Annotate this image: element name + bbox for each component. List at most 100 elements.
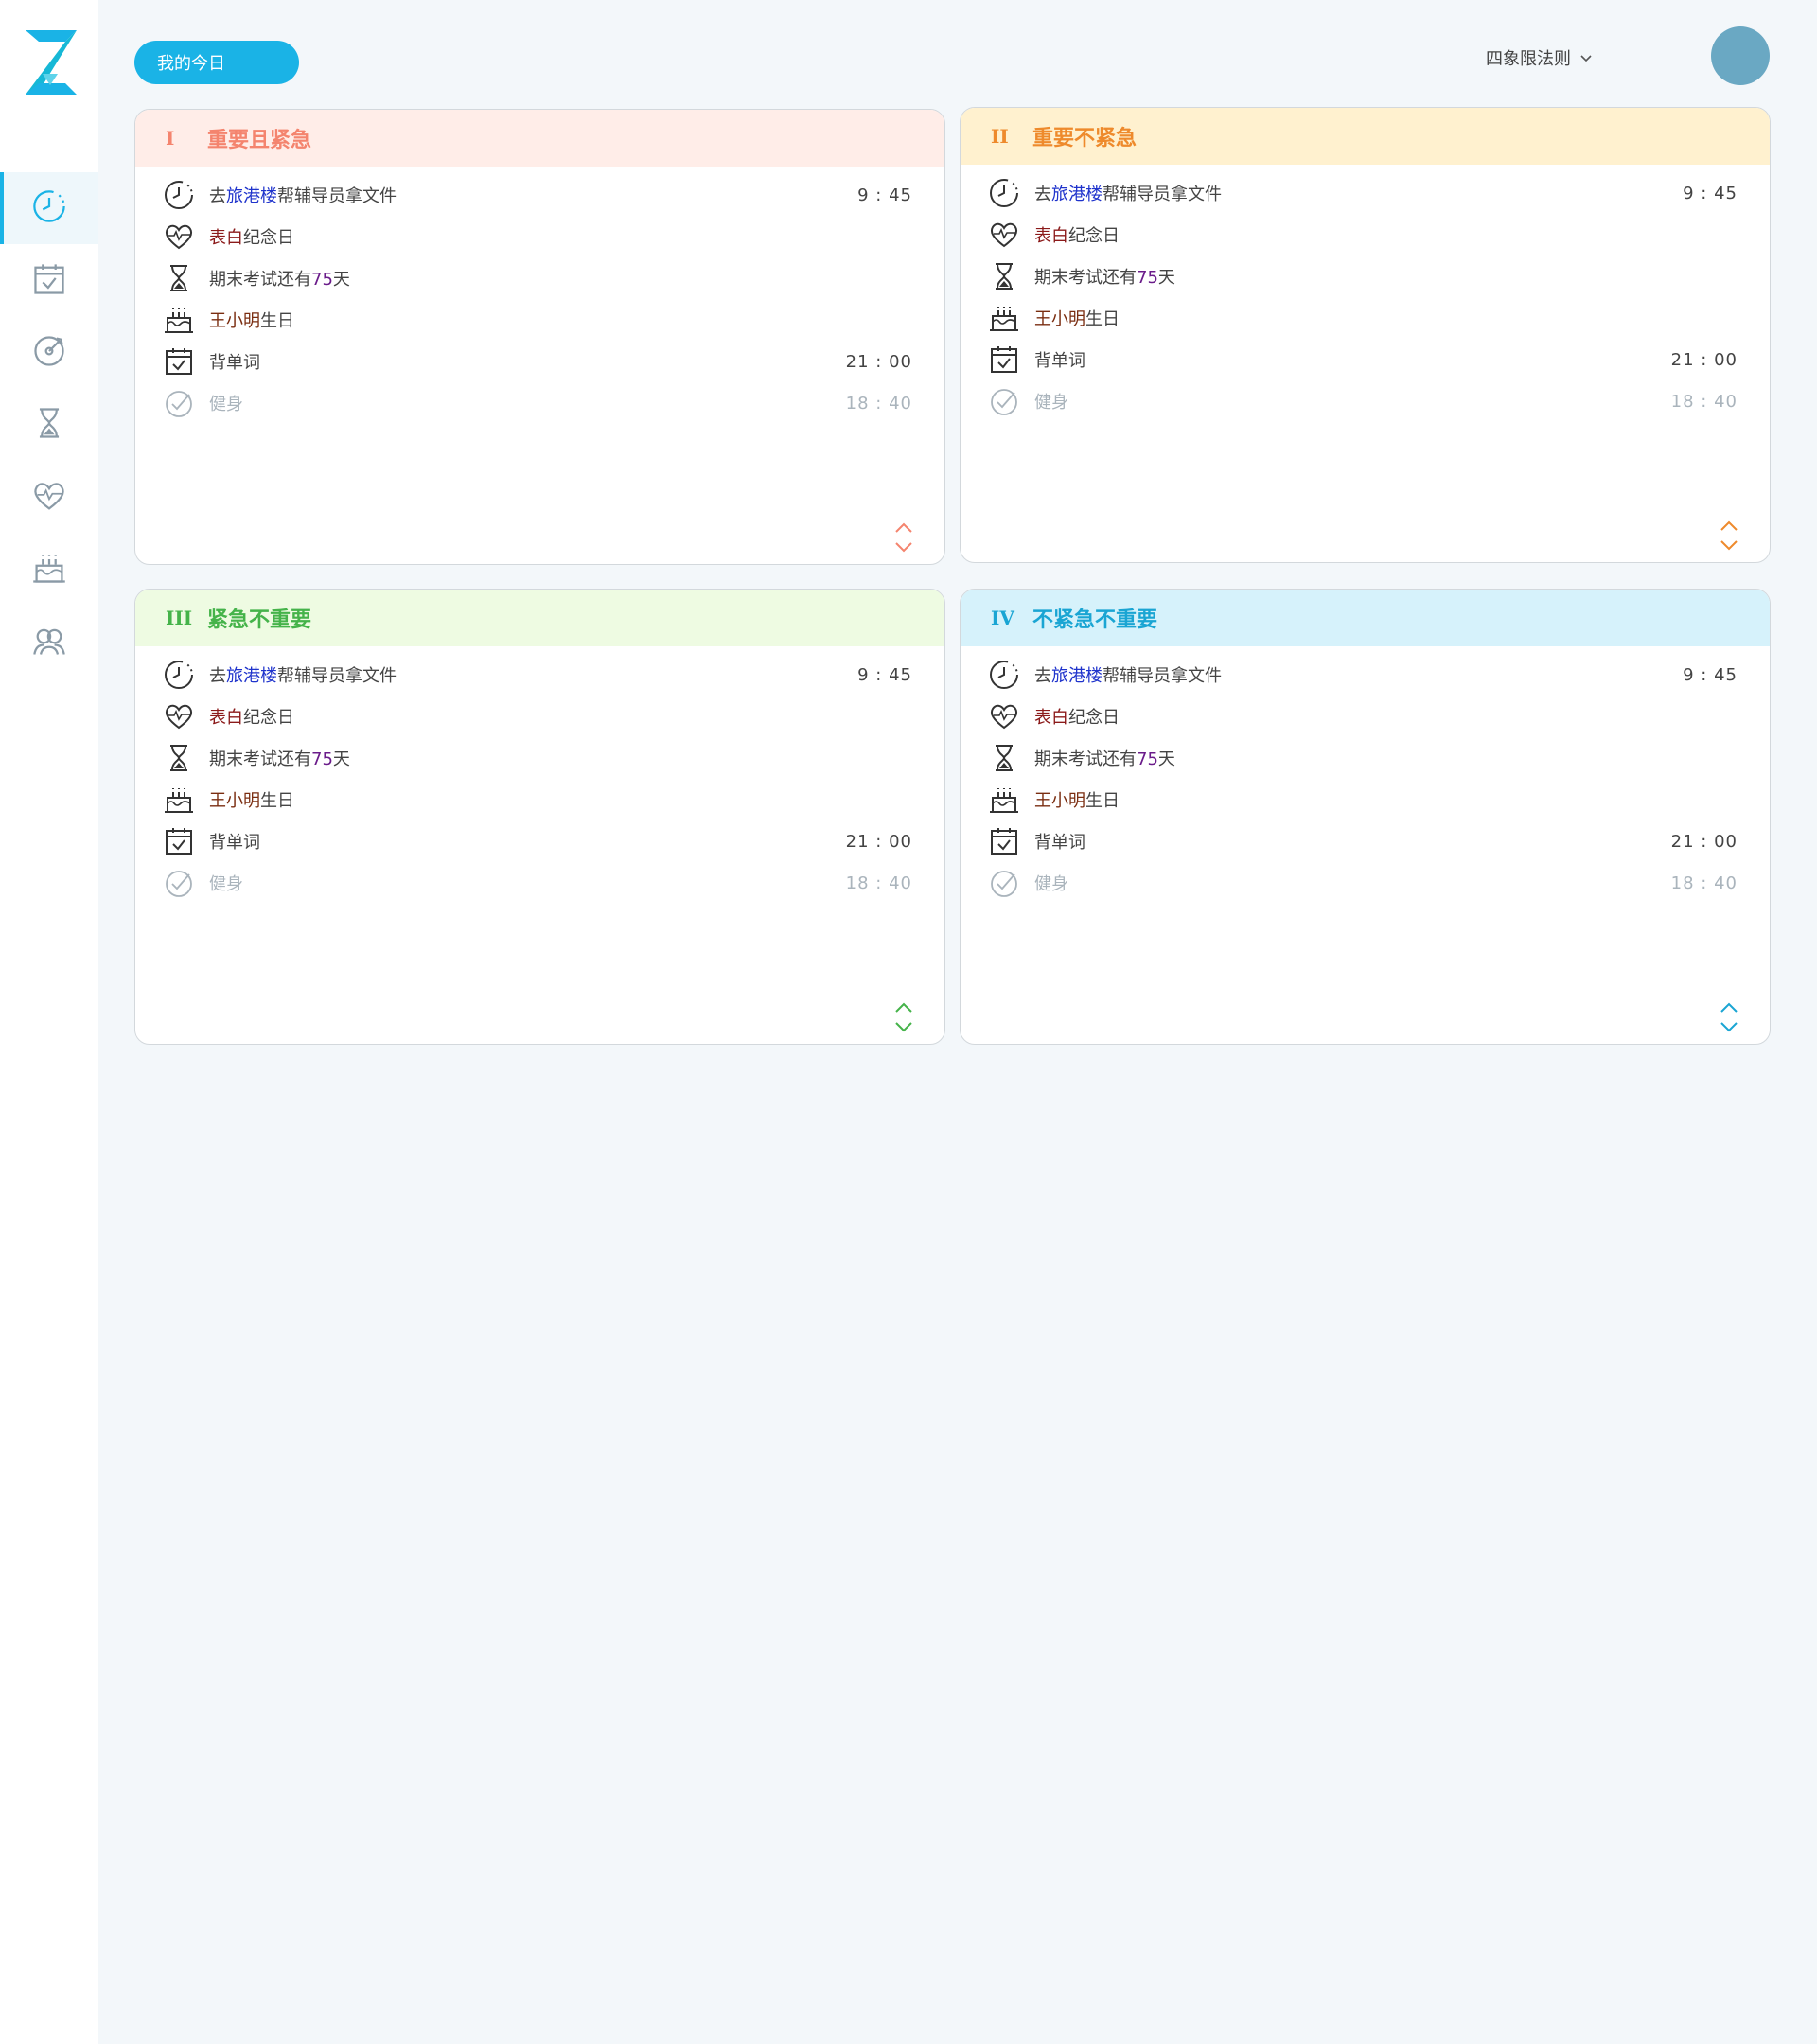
task-text: 去旅港楼帮辅导员拿文件	[1034, 185, 1222, 204]
task-time: 21 : 00	[845, 831, 912, 852]
cake-icon	[987, 783, 1021, 817]
sidebar-item-cake[interactable]	[0, 534, 98, 606]
quadrant-title: 不紧急不重要	[1032, 608, 1158, 632]
task-text: 背单词	[209, 833, 260, 853]
task-text: 期末考试还有75天	[209, 749, 350, 769]
clock-icon	[162, 658, 196, 692]
calendar-check-icon	[987, 343, 1021, 377]
heart-icon	[162, 220, 196, 254]
task-row[interactable]: 王小明生日	[987, 779, 1738, 820]
task-row[interactable]: 去旅港楼帮辅导员拿文件 9 : 45	[162, 654, 912, 696]
task-text: 健身	[209, 874, 243, 894]
cake-icon	[987, 301, 1021, 335]
task-row[interactable]: 背单词 21 : 00	[162, 341, 912, 382]
task-row[interactable]: 期末考试还有75天	[987, 256, 1738, 297]
clock-icon	[162, 178, 196, 212]
quadrant-number: II	[991, 125, 1009, 148]
task-row[interactable]: 背单词 21 : 00	[987, 820, 1738, 862]
task-row[interactable]: 期末考试还有75天	[162, 257, 912, 299]
task-row[interactable]: 健身 18 : 40	[162, 382, 912, 424]
task-row[interactable]: 去旅港楼帮辅导员拿文件 9 : 45	[987, 172, 1738, 214]
task-row[interactable]: 表白纪念日	[162, 216, 912, 257]
quadrant-card-3: III 紧急不重要 去旅港楼帮辅导员拿文件 9 : 45 表白纪念日 期末考试还…	[134, 589, 945, 1045]
clock-icon	[987, 658, 1021, 692]
task-row[interactable]: 期末考试还有75天	[987, 737, 1738, 779]
target-icon	[31, 333, 67, 373]
task-text: 去旅港楼帮辅导员拿文件	[209, 186, 397, 206]
task-row[interactable]: 王小明生日	[162, 299, 912, 341]
quadrant-card-4: IV 不紧急不重要 去旅港楼帮辅导员拿文件 9 : 45 表白纪念日 期末考试还…	[960, 589, 1771, 1045]
clock-icon	[31, 188, 67, 228]
quadrant-title: 重要且紧急	[207, 129, 312, 152]
quadrant-header: IV 不紧急不重要	[961, 590, 1770, 646]
check-circle-icon	[162, 866, 196, 900]
expand-collapse-icon[interactable]	[893, 520, 914, 555]
sidebar-item-hourglass[interactable]	[0, 389, 98, 461]
task-text: 王小明生日	[1034, 309, 1120, 329]
task-time: 9 : 45	[1683, 183, 1738, 203]
sidebar-item-target[interactable]	[0, 317, 98, 389]
task-text: 背单词	[1034, 833, 1085, 853]
avatar[interactable]	[1711, 26, 1770, 85]
task-row[interactable]: 王小明生日	[162, 779, 912, 820]
quadrant-number: I	[166, 127, 175, 150]
sidebar-item-friends[interactable]	[0, 607, 98, 678]
task-row[interactable]: 健身 18 : 40	[987, 380, 1738, 422]
task-time: 18 : 40	[845, 872, 912, 893]
task-row[interactable]: 健身 18 : 40	[987, 862, 1738, 904]
expand-collapse-icon[interactable]	[893, 1000, 914, 1034]
task-text: 去旅港楼帮辅导员拿文件	[209, 666, 397, 686]
hourglass-icon	[987, 259, 1021, 293]
task-text: 表白纪念日	[1034, 226, 1120, 246]
expand-collapse-icon[interactable]	[1719, 1000, 1739, 1034]
task-row[interactable]: 表白纪念日	[987, 696, 1738, 737]
rule-select[interactable]: 四象限法则	[1486, 44, 1594, 72]
task-text: 王小明生日	[209, 791, 294, 811]
task-text: 健身	[1034, 874, 1068, 894]
task-text: 期末考试还有75天	[209, 270, 350, 290]
task-time: 9 : 45	[1683, 664, 1738, 685]
calendar-check-icon	[31, 261, 67, 301]
sidebar-item-heart[interactable]	[0, 462, 98, 534]
heart-icon	[987, 699, 1021, 733]
check-circle-icon	[162, 386, 196, 420]
task-row[interactable]: 健身 18 : 40	[162, 862, 912, 904]
today-button[interactable]: 我的今日	[134, 41, 299, 84]
heart-icon	[31, 478, 67, 518]
task-text: 王小明生日	[209, 311, 294, 331]
task-text: 王小明生日	[1034, 791, 1120, 811]
task-time: 21 : 00	[1670, 349, 1738, 370]
sidebar-item-clock[interactable]	[0, 172, 98, 244]
check-circle-icon	[987, 384, 1021, 418]
task-row[interactable]: 背单词 21 : 00	[987, 339, 1738, 380]
task-row[interactable]: 表白纪念日	[987, 214, 1738, 256]
check-circle-icon	[987, 866, 1021, 900]
task-time: 21 : 00	[845, 351, 912, 372]
task-text: 背单词	[1034, 351, 1085, 371]
heart-icon	[987, 218, 1021, 252]
quadrant-title: 重要不紧急	[1032, 127, 1138, 150]
calendar-check-icon	[162, 824, 196, 858]
sidebar-item-calendar-check[interactable]	[0, 245, 98, 317]
task-text: 表白纪念日	[1034, 708, 1120, 728]
task-text: 表白纪念日	[209, 708, 294, 728]
quadrant-title: 紧急不重要	[207, 608, 312, 632]
quadrant-header: III 紧急不重要	[135, 590, 944, 646]
rule-select-label: 四象限法则	[1486, 49, 1571, 69]
task-time: 18 : 40	[1670, 872, 1738, 893]
task-row[interactable]: 表白纪念日	[162, 696, 912, 737]
hourglass-icon	[162, 261, 196, 295]
cake-icon	[31, 550, 67, 590]
task-row[interactable]: 去旅港楼帮辅导员拿文件 9 : 45	[987, 654, 1738, 696]
task-row[interactable]: 去旅港楼帮辅导员拿文件 9 : 45	[162, 174, 912, 216]
expand-collapse-icon[interactable]	[1719, 519, 1739, 553]
quadrant-number: III	[166, 607, 193, 629]
quadrant-header: II 重要不紧急	[961, 108, 1770, 165]
task-text: 期末考试还有75天	[1034, 749, 1175, 769]
friends-icon	[31, 623, 67, 662]
task-text: 期末考试还有75天	[1034, 268, 1175, 288]
quadrant-card-2: II 重要不紧急 去旅港楼帮辅导员拿文件 9 : 45 表白纪念日 期末考试还有…	[960, 107, 1771, 563]
task-row[interactable]: 期末考试还有75天	[162, 737, 912, 779]
task-row[interactable]: 王小明生日	[987, 297, 1738, 339]
task-row[interactable]: 背单词 21 : 00	[162, 820, 912, 862]
